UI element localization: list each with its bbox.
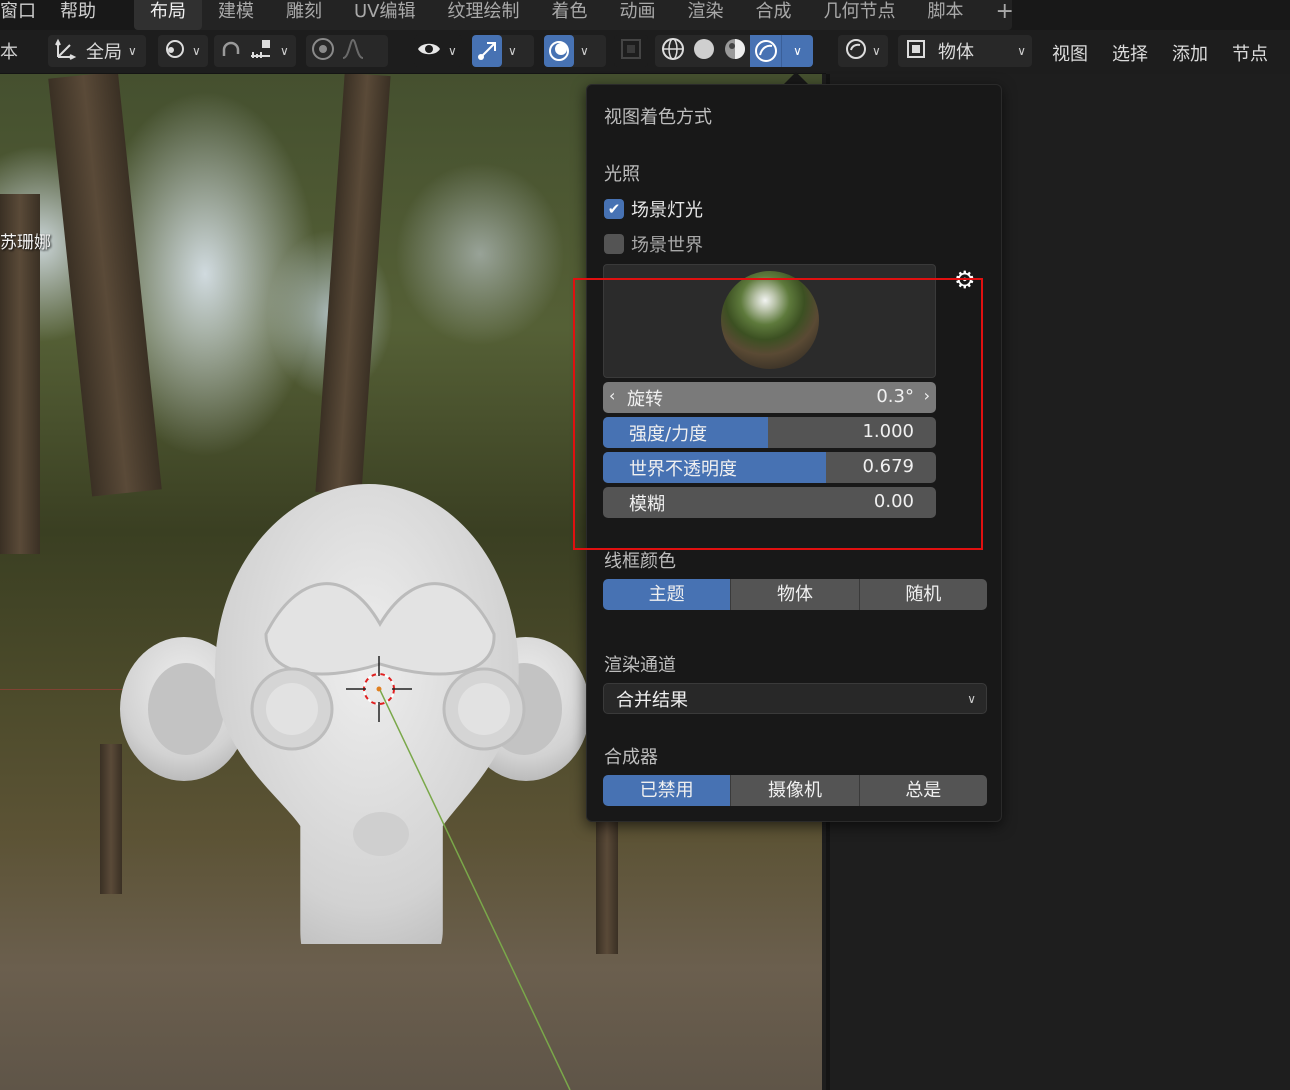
orientation-axes-icon xyxy=(54,37,78,66)
wireframe-option-theme[interactable]: 主题 xyxy=(603,579,732,610)
tree-trunk xyxy=(315,74,391,496)
y-axis-line xyxy=(380,690,571,1090)
wireframe-option-random[interactable]: 随机 xyxy=(859,579,987,610)
popover-arrow xyxy=(784,72,808,84)
header-left-label: 本 xyxy=(0,42,18,63)
render-pass-value: 合并结果 xyxy=(616,689,688,711)
tab-shading[interactable]: 着色 xyxy=(536,0,604,30)
chevron-down-icon: ∨ xyxy=(967,691,976,706)
snap-magnet-icon xyxy=(218,36,244,67)
transform-orientation-dropdown[interactable]: 全局 ∨ xyxy=(48,35,146,67)
chevron-down-icon: ∨ xyxy=(872,44,881,58)
wireframe-option-object[interactable]: 物体 xyxy=(731,579,860,610)
tab-geometry-nodes[interactable]: 几何节点 xyxy=(808,0,912,30)
compositor-selector: 已禁用 摄像机 总是 xyxy=(603,775,987,806)
proportional-edit-icon xyxy=(310,36,336,67)
gizmo-dropdown[interactable]: ∨ xyxy=(472,35,534,67)
chevron-down-icon: ∨ xyxy=(192,44,201,58)
checkbox-empty-icon xyxy=(604,234,624,254)
material-preview-icon[interactable] xyxy=(719,37,750,66)
compositor-option-camera[interactable]: 摄像机 xyxy=(731,775,860,806)
tree-trunk xyxy=(48,74,162,497)
scene-lights-checkbox[interactable]: ✔ 场景灯光 xyxy=(604,198,703,221)
menu-node[interactable]: 节点 xyxy=(1232,40,1268,66)
pivot-point-dropdown[interactable]: ∨ xyxy=(158,35,208,67)
snap-increment-icon xyxy=(248,36,274,67)
tab-compositing[interactable]: 合成 xyxy=(740,0,808,30)
gizmo-toggle-icon[interactable] xyxy=(472,35,502,67)
tab-uv-editing[interactable]: UV编辑 xyxy=(338,0,432,30)
checkmark-icon: ✔ xyxy=(604,199,624,219)
shading-mode-group[interactable]: ∨ xyxy=(655,35,813,67)
eye-icon xyxy=(416,36,442,67)
compositor-option-disabled[interactable]: 已禁用 xyxy=(603,775,732,806)
highlight-box xyxy=(573,278,983,550)
menu-help[interactable]: 帮助 xyxy=(60,0,96,30)
chevron-down-icon: ∨ xyxy=(448,44,457,58)
rendered-shading-icon[interactable] xyxy=(750,35,781,67)
transform-orientation-label: 全局 xyxy=(86,42,122,63)
render-pass-dropdown[interactable]: 合并结果 ∨ xyxy=(603,683,987,714)
scene-world-label: 场景世界 xyxy=(631,235,703,256)
scene-lights-label: 场景灯光 xyxy=(631,200,703,221)
chevron-down-icon: ∨ xyxy=(580,44,589,58)
tab-scripting[interactable]: 脚本 xyxy=(912,0,980,30)
chevron-down-icon: ∨ xyxy=(128,44,137,58)
chevron-down-icon: ∨ xyxy=(280,44,289,58)
wireframe-color-section-title: 线框颜色 xyxy=(604,551,676,572)
xray-toggle[interactable] xyxy=(614,35,648,67)
wireframe-shading-icon[interactable] xyxy=(657,37,688,66)
render-pass-section-title: 渲染通道 xyxy=(604,655,676,676)
workspace-tabs: 布局 建模 雕刻 UV编辑 纹理绘制 着色 动画 渲染 合成 几何节点 脚本 + xyxy=(134,0,1014,30)
visibility-dropdown[interactable]: ∨ xyxy=(414,35,462,67)
object-mode-dropdown[interactable]: 物体 ∨ xyxy=(898,35,1032,67)
lighting-section-title: 光照 xyxy=(604,164,640,185)
object-name-label: 苏珊娜 xyxy=(0,233,51,253)
popover-title: 视图着色方式 xyxy=(604,107,712,128)
editor-header-right: ∨ 物体 ∨ 视图 选择 添加 节点 xyxy=(826,30,1290,74)
tab-animation[interactable]: 动画 xyxy=(604,0,672,30)
wireframe-color-selector: 主题 物体 随机 xyxy=(603,579,987,610)
tab-modeling[interactable]: 建模 xyxy=(202,0,270,30)
compositor-section-title: 合成器 xyxy=(604,747,658,768)
falloff-curve-icon xyxy=(340,36,366,67)
solid-shading-icon[interactable] xyxy=(688,37,719,66)
shading-options-chevron-icon[interactable]: ∨ xyxy=(781,35,813,67)
menu-add[interactable]: 添加 xyxy=(1172,40,1208,66)
chevron-down-icon: ∨ xyxy=(1017,44,1026,58)
overlays-toggle-icon[interactable] xyxy=(544,35,574,67)
menu-window[interactable]: 窗口 xyxy=(0,0,36,30)
editor-type-icon xyxy=(844,37,868,66)
add-workspace-icon[interactable]: + xyxy=(980,0,1014,30)
chevron-down-icon: ∨ xyxy=(508,44,517,58)
object-mode-label: 物体 xyxy=(938,42,974,63)
overlays-dropdown[interactable]: ∨ xyxy=(544,35,606,67)
menu-view[interactable]: 视图 xyxy=(1052,40,1088,66)
object-mode-icon xyxy=(904,37,928,66)
top-menubar: 窗口 帮助 布局 建模 雕刻 UV编辑 纹理绘制 着色 动画 渲染 合成 几何节… xyxy=(0,0,1290,30)
snapping-group[interactable]: ∨ xyxy=(214,35,296,67)
fence-post xyxy=(596,814,618,954)
tab-rendering[interactable]: 渲染 xyxy=(672,0,740,30)
editor-type-dropdown[interactable]: ∨ xyxy=(838,35,888,67)
compositor-option-always[interactable]: 总是 xyxy=(859,775,987,806)
xray-icon xyxy=(618,36,644,67)
pivot-icon xyxy=(162,37,186,66)
tab-sculpting[interactable]: 雕刻 xyxy=(270,0,338,30)
menu-select[interactable]: 选择 xyxy=(1112,40,1148,66)
tab-layout[interactable]: 布局 xyxy=(134,0,202,30)
tab-texture-paint[interactable]: 纹理绘制 xyxy=(432,0,536,30)
scene-world-checkbox[interactable]: 场景世界 xyxy=(604,233,703,256)
proportional-editing-group[interactable] xyxy=(306,35,388,67)
